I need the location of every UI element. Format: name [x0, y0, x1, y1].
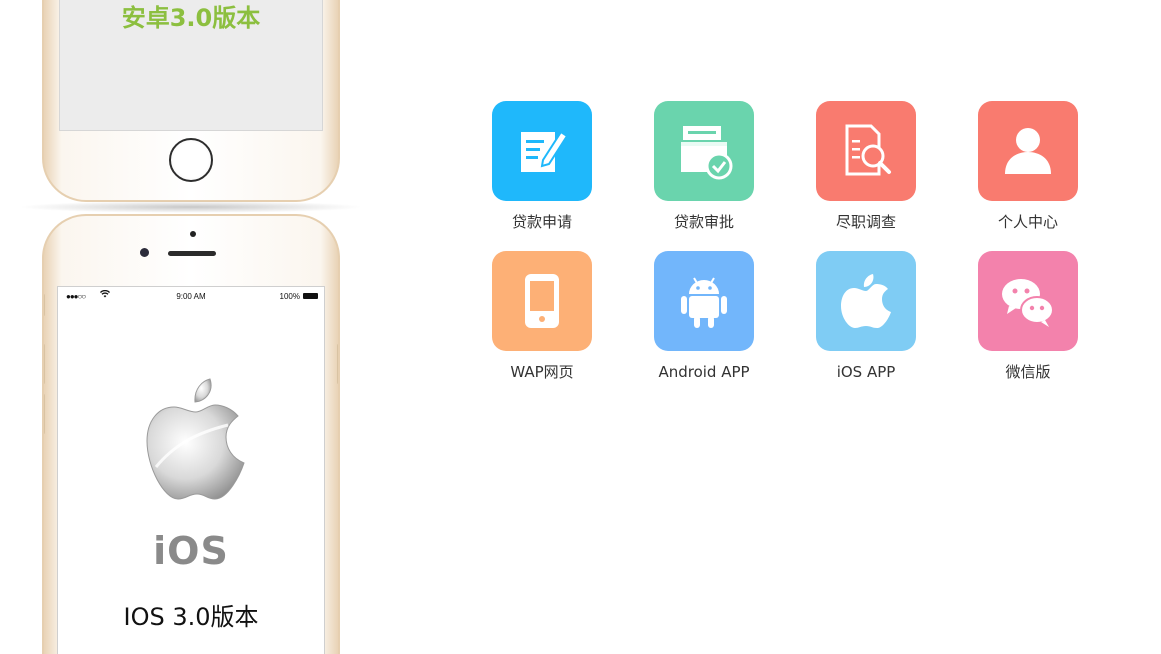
- ios-phone-mockup: ●●●○○ 9:00 AM 100% iOS IOS 3.0版本: [42, 214, 340, 654]
- feature-label: 尽职调查: [835, 213, 896, 231]
- ios-phone-screen: ●●●○○ 9:00 AM 100% iOS IOS 3.0版本: [57, 286, 325, 654]
- feature-ios-app[interactable]: iOS APP: [796, 251, 936, 381]
- phone-sensor: [190, 231, 196, 237]
- apple-icon[interactable]: [816, 251, 916, 351]
- mobile-wap-icon[interactable]: [492, 251, 592, 351]
- phone-side-button: [44, 394, 45, 434]
- feature-wap[interactable]: WAP网页: [472, 251, 612, 381]
- feature-label: 贷款申请: [511, 213, 572, 231]
- android-version-title: 安卓3.0版本: [121, 4, 261, 32]
- feature-label: WAP网页: [510, 363, 574, 381]
- user-center-icon[interactable]: [978, 101, 1078, 201]
- feature-label: iOS APP: [836, 363, 896, 381]
- phone-side-button: [44, 294, 45, 316]
- ios-wordmark: iOS: [153, 529, 229, 573]
- battery-icon: [303, 293, 318, 299]
- feature-android-app[interactable]: Android APP: [634, 251, 774, 381]
- feature-due-diligence[interactable]: 尽职调查: [796, 101, 936, 231]
- apple-logo-icon: [146, 378, 245, 500]
- feature-label: 个人中心: [997, 213, 1058, 231]
- feature-user-center[interactable]: 个人中心: [958, 101, 1098, 231]
- home-button: [169, 138, 213, 182]
- phone-side-button: [337, 344, 338, 384]
- loan-approval-icon[interactable]: [654, 101, 754, 201]
- feature-wechat[interactable]: 微信版: [958, 251, 1098, 381]
- ios-version-title: IOS 3.0版本: [123, 603, 259, 631]
- wechat-icon[interactable]: [978, 251, 1078, 351]
- due-diligence-icon[interactable]: [816, 101, 916, 201]
- feature-loan-approval[interactable]: 贷款审批: [634, 101, 774, 231]
- android-phone-screen: 安卓3.0版本: [59, 0, 323, 131]
- loan-application-icon[interactable]: [492, 101, 592, 201]
- android-icon[interactable]: [654, 251, 754, 351]
- feature-label: 微信版: [1005, 363, 1051, 381]
- battery-percent: 100%: [279, 292, 300, 301]
- feature-loan-application[interactable]: 贷款申请: [472, 101, 612, 231]
- feature-label: Android APP: [658, 363, 750, 381]
- phone-side-button: [44, 344, 45, 384]
- phone-shadow: [18, 201, 364, 213]
- android-phone-mockup: 安卓3.0版本: [42, 0, 340, 202]
- phone-speaker: [168, 251, 216, 256]
- phone-camera: [140, 248, 149, 257]
- status-bar: ●●●○○ 9:00 AM 100%: [58, 287, 324, 307]
- feature-grid: 贷款申请 贷款审批 尽职调查 个人中心 WAP网页 Android APP iO…: [472, 101, 1112, 381]
- feature-label: 贷款审批: [673, 213, 734, 231]
